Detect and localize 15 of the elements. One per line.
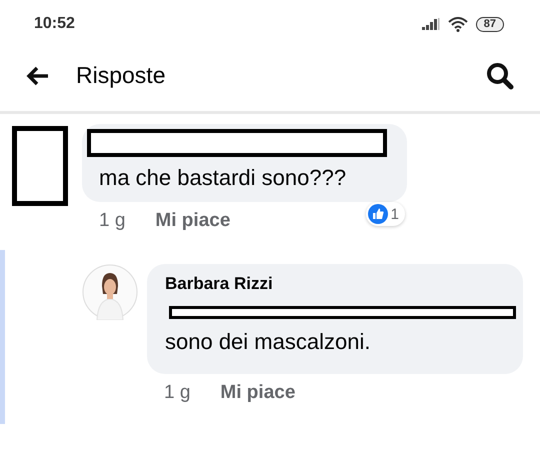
author-name: Barbara Rizzi — [165, 274, 274, 294]
like-link[interactable]: Mi piace — [220, 382, 296, 404]
comment-time: 1 g — [99, 210, 126, 232]
reaction-count: 1 — [390, 206, 399, 222]
page-title: Risposte — [76, 62, 166, 89]
battery-indicator: 87 — [476, 16, 504, 32]
like-link[interactable]: Mi piace — [155, 210, 230, 232]
signal-icon — [422, 18, 440, 30]
comment-time: 1 g — [164, 382, 190, 404]
back-arrow-icon[interactable] — [26, 66, 50, 86]
search-icon[interactable] — [486, 62, 514, 90]
comment-text: sono dei mascalzoni. — [165, 329, 372, 355]
clock-time: 10:52 — [34, 15, 75, 33]
wifi-icon — [448, 16, 468, 32]
comment-text: ma che bastardi sono??? — [98, 165, 348, 191]
